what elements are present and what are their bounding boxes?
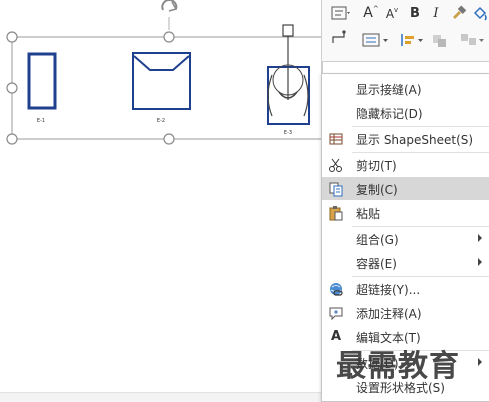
handle-bottom-left[interactable] xyxy=(6,133,18,145)
handle-top-left[interactable] xyxy=(6,31,18,43)
menu-label: 显示 ShapeSheet(S) xyxy=(356,133,474,147)
italic-glyph: I xyxy=(433,5,439,21)
submenu-arrow-icon xyxy=(478,258,482,266)
menu-item-copy[interactable]: 复制(C) xyxy=(322,177,489,200)
position-icon[interactable] xyxy=(430,30,452,50)
italic-button[interactable]: I xyxy=(427,3,445,23)
menu-item-hyperlink[interactable]: 超链接(Y)... xyxy=(322,277,489,300)
menu-label: 超链接(Y)... xyxy=(356,283,421,297)
menu-label: 剪切(T) xyxy=(356,159,397,173)
fill-icon[interactable] xyxy=(470,3,489,23)
menu-label: 组合(G) xyxy=(356,233,399,247)
indent-icon[interactable] xyxy=(398,30,426,50)
menu-item-show-joins[interactable]: 显示接缝(A) xyxy=(322,77,489,100)
shapesheet-icon xyxy=(328,131,344,147)
submenu-arrow-icon xyxy=(478,358,482,366)
bold-glyph: B xyxy=(410,5,420,21)
submenu-arrow-icon xyxy=(478,234,482,242)
handle-middle-left[interactable] xyxy=(6,82,18,94)
handle-top-middle[interactable] xyxy=(163,31,175,43)
menu-item-add-comment[interactable]: 添加注释(A) xyxy=(322,301,489,324)
mini-toolbar: A ^ Av B I xyxy=(321,0,489,62)
connector-icon[interactable] xyxy=(328,28,350,48)
menu-item-paste[interactable]: 粘贴 xyxy=(322,201,489,224)
format-painter-icon[interactable] xyxy=(449,3,469,23)
increase-font-icon[interactable]: A ^ xyxy=(362,3,380,23)
menu-label: 复制(C) xyxy=(356,183,398,197)
menu-label: 显示接缝(A) xyxy=(356,83,422,97)
rotation-handle[interactable] xyxy=(161,0,178,30)
menu-item-show-shapesheet[interactable]: 显示 ShapeSheet(S) xyxy=(322,127,489,150)
comment-icon xyxy=(328,305,344,321)
bold-button[interactable]: B xyxy=(406,3,424,23)
shape-label-e3: E-3 xyxy=(284,130,292,136)
menu-label: 粘贴 xyxy=(356,207,381,221)
decrease-font-glyph: A xyxy=(385,7,395,21)
shape-label-e1: E-1 xyxy=(37,118,45,124)
hyperlink-icon xyxy=(328,281,344,297)
paragraph-icon[interactable] xyxy=(360,30,392,50)
increase-font-glyph: A xyxy=(363,5,373,21)
text-align-icon[interactable] xyxy=(328,4,354,22)
menu-item-container[interactable]: 容器(E) xyxy=(322,251,489,274)
menu-label: 添加注释(A) xyxy=(356,307,422,321)
decrease-font-icon[interactable]: Av xyxy=(384,5,400,23)
shape-e3[interactable] xyxy=(267,24,310,125)
shape-e2[interactable] xyxy=(132,52,191,110)
menu-label: 容器(E) xyxy=(356,257,397,271)
menu-item-group[interactable]: 组合(G) xyxy=(322,227,489,250)
menu-item-cut[interactable]: 剪切(T) xyxy=(322,153,489,176)
group-icon[interactable] xyxy=(458,30,488,50)
scissors-icon xyxy=(328,157,344,173)
copy-icon xyxy=(328,181,344,197)
paste-icon xyxy=(328,205,344,221)
handle-bottom-middle[interactable] xyxy=(163,133,175,145)
shape-e1[interactable] xyxy=(27,52,57,110)
canvas-bottom-strip xyxy=(0,392,321,402)
watermark: 最需教育 xyxy=(336,349,460,384)
menu-label: 隐藏标记(D) xyxy=(356,107,423,121)
shape-label-e2: E-2 xyxy=(157,118,165,124)
menu-item-hide-markup[interactable]: 隐藏标记(D) xyxy=(322,101,489,124)
